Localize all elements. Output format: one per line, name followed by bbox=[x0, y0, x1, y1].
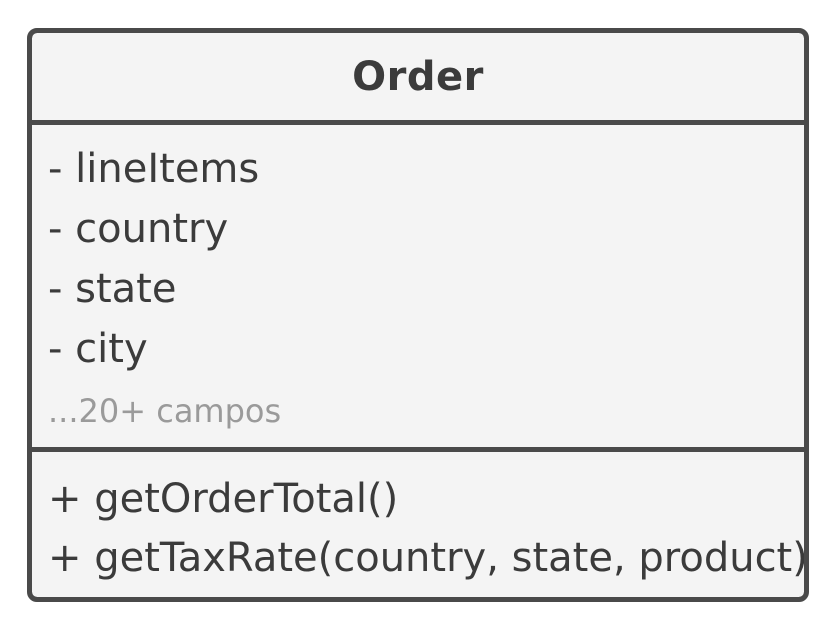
attributes-compartment: - lineItems - country - state - city ...… bbox=[32, 125, 804, 447]
class-name-compartment: Order bbox=[32, 33, 804, 120]
attribute-country: - country bbox=[48, 206, 229, 252]
attribute-line-items: - lineItems bbox=[48, 146, 260, 192]
methods-compartment: + getOrderTotal() + getTaxRate(country, … bbox=[32, 452, 804, 597]
uml-class-order: Order - lineItems - country - state - ci… bbox=[27, 28, 809, 602]
attributes-more-note: ...20+ campos bbox=[48, 392, 282, 430]
attribute-state: - state bbox=[48, 266, 177, 312]
method-get-tax-rate: + getTaxRate(country, state, product) bbox=[48, 535, 808, 581]
class-name: Order bbox=[352, 53, 484, 100]
method-get-order-total: + getOrderTotal() bbox=[48, 476, 399, 522]
attribute-city: - city bbox=[48, 326, 148, 372]
